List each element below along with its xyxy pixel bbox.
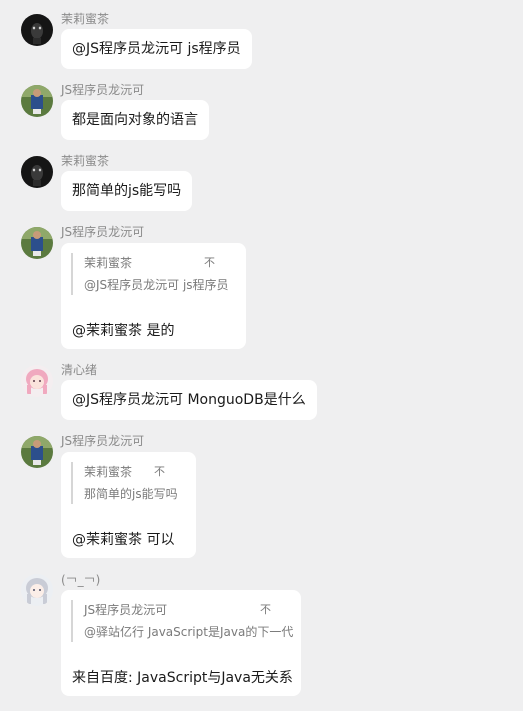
sender-name: 茉莉蜜茶 bbox=[61, 12, 110, 26]
quoted-reply-header: 茉莉蜜茶 不 bbox=[84, 253, 244, 273]
avatar[interactable] bbox=[21, 365, 53, 397]
quoted-reply[interactable]: 茉莉蜜茶 不 @JS程序员龙沅可 js程序员 bbox=[71, 253, 244, 295]
sender-name: JS程序员龙沅可 bbox=[61, 83, 145, 97]
sender-name: (￢_￢) bbox=[61, 573, 101, 587]
message-bubble[interactable]: 茉莉蜜茶 不 那简单的js能写吗 @茉莉蜜茶 可以 bbox=[61, 452, 196, 558]
anime-silver-hair-avatar-icon bbox=[21, 574, 53, 606]
quoted-reply[interactable]: JS程序员龙沅可 不 @驿站亿行 JavaScript是Java的下一代 bbox=[71, 600, 299, 642]
avatar[interactable] bbox=[21, 574, 53, 606]
black-dog-avatar-icon bbox=[21, 156, 53, 188]
avatar[interactable] bbox=[21, 156, 53, 188]
outdoor-photo-avatar-icon bbox=[21, 227, 53, 259]
message-text: @茉莉蜜茶 是的 bbox=[72, 323, 175, 339]
quoted-author: JS程序员龙沅可 bbox=[84, 603, 168, 617]
quoted-reply-header: JS程序员龙沅可 不 bbox=[84, 600, 299, 620]
message-bubble[interactable]: JS程序员龙沅可 不 @驿站亿行 JavaScript是Java的下一代 来自百… bbox=[61, 590, 301, 696]
quoted-author: 茉莉蜜茶 bbox=[84, 256, 133, 270]
reply-icon: 不 bbox=[154, 465, 165, 478]
message-bubble[interactable]: 那简单的js能写吗 bbox=[61, 171, 193, 211]
message-bubble[interactable]: 茉莉蜜茶 不 @JS程序员龙沅可 js程序员 @茉莉蜜茶 是的 bbox=[61, 243, 246, 349]
message-text: 来自百度: JavaScript与Java无关系 bbox=[72, 670, 293, 686]
sender-name: JS程序员龙沅可 bbox=[61, 434, 145, 448]
reply-icon: 不 bbox=[204, 256, 215, 269]
avatar[interactable] bbox=[21, 14, 53, 46]
avatar[interactable] bbox=[21, 85, 53, 117]
message-bubble[interactable]: @JS程序员龙沅可 MonguoDB是什么 bbox=[61, 380, 317, 420]
reply-icon: 不 bbox=[260, 603, 271, 616]
message-text: @茉莉蜜茶 可以 bbox=[72, 532, 175, 548]
outdoor-photo-avatar-icon bbox=[21, 85, 53, 117]
quoted-reply[interactable]: 茉莉蜜茶 不 那简单的js能写吗 bbox=[71, 462, 194, 504]
avatar[interactable] bbox=[21, 436, 53, 468]
sender-name: 清心绪 bbox=[61, 363, 98, 377]
avatar[interactable] bbox=[21, 227, 53, 259]
sender-name: JS程序员龙沅可 bbox=[61, 225, 145, 239]
quoted-text: @JS程序员龙沅可 js程序员 bbox=[84, 278, 229, 292]
quoted-text: @驿站亿行 JavaScript是Java的下一代 bbox=[84, 625, 294, 639]
anime-pink-hair-avatar-icon bbox=[21, 365, 53, 397]
black-dog-avatar-icon bbox=[21, 14, 53, 46]
chat-message-list[interactable]: 茉莉蜜茶 @JS程序员龙沅可 js程序员 JS程序员龙沅可 都是面向对象的语言 bbox=[0, 0, 523, 711]
quoted-reply-header: 茉莉蜜茶 不 bbox=[84, 462, 194, 482]
message-bubble[interactable]: 都是面向对象的语言 bbox=[61, 100, 209, 140]
outdoor-photo-avatar-icon bbox=[21, 436, 53, 468]
sender-name: 茉莉蜜茶 bbox=[61, 154, 110, 168]
quoted-author: 茉莉蜜茶 bbox=[84, 465, 133, 479]
message-bubble[interactable]: @JS程序员龙沅可 js程序员 bbox=[61, 29, 252, 69]
quoted-text: 那简单的js能写吗 bbox=[84, 487, 178, 501]
